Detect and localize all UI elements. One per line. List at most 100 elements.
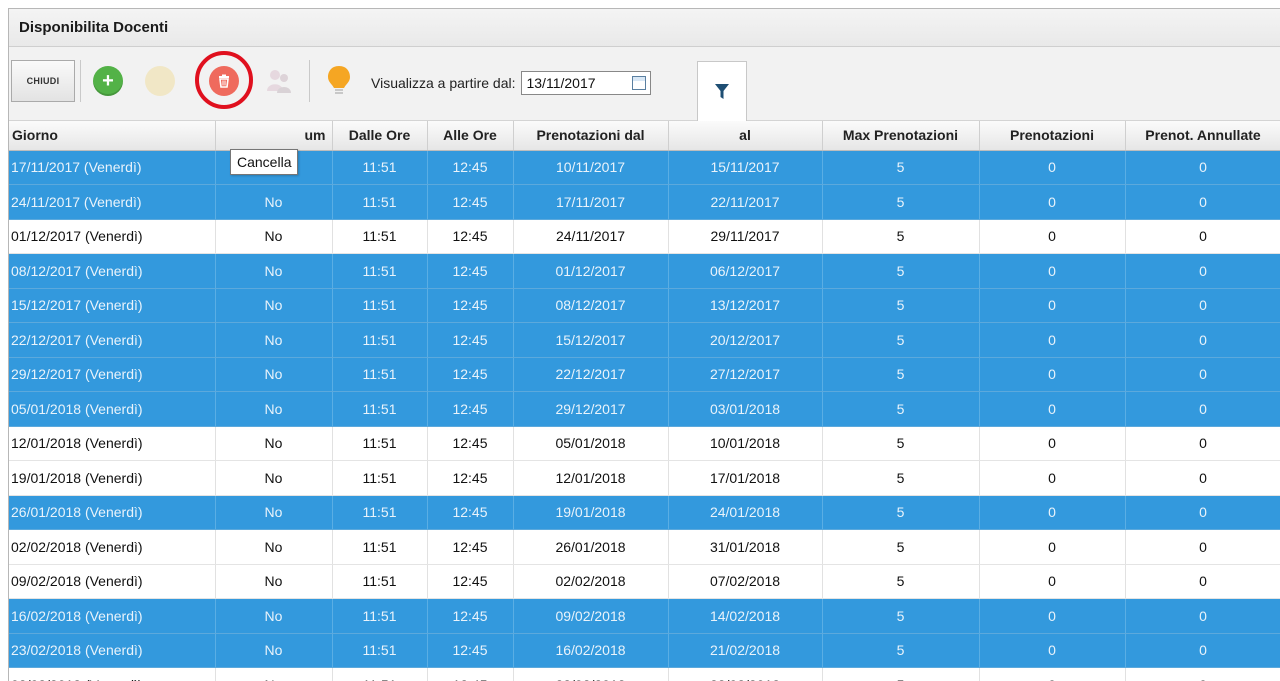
tooltip: Cancella	[230, 149, 299, 175]
cell-al: 31/01/2018	[668, 529, 823, 565]
cell-al: 27/12/2017	[668, 357, 823, 392]
cell-alle-ore: 12:45	[427, 495, 514, 530]
cell-giorno: 09/02/2018 (Venerdì)	[9, 564, 216, 599]
cell-prenot-annullate: 0	[1125, 391, 1280, 427]
filter-tab[interactable]	[697, 61, 747, 121]
cell-max-prenotazioni: 5	[822, 426, 980, 461]
cell-alle-ore: 12:45	[427, 564, 514, 599]
cell-al: 07/02/2018	[668, 564, 823, 599]
cell-alle-ore: 12:45	[427, 426, 514, 461]
cell-alle-ore: 12:45	[427, 357, 514, 392]
close-button[interactable]: CHIUDI	[11, 60, 75, 102]
cell-giorno: 26/01/2018 (Venerdì)	[9, 495, 216, 530]
cell-alle-ore: 12:45	[427, 150, 514, 185]
cell-prenotazioni-dal: 16/02/2018	[513, 633, 669, 668]
cell-max-prenotazioni: 5	[822, 357, 980, 392]
cell-al: 15/11/2017	[668, 150, 823, 185]
cell-prenotazioni: 0	[979, 667, 1126, 681]
table-row[interactable]: 24/11/2017 (Venerdì) No 11:51 12:45 17/11/20…	[9, 184, 1280, 220]
table-row[interactable]: 08/12/2017 (Venerdì) No 11:51 12:45 01/12/20…	[9, 253, 1280, 289]
column-header-dalle-ore[interactable]: Dalle Ore	[332, 121, 428, 151]
cell-prenotazioni: 0	[979, 150, 1126, 185]
table-row[interactable]: 12/01/2018 (Venerdì) No 11:51 12:45 05/01/20…	[9, 426, 1280, 461]
cell-dalle-ore: 11:51	[332, 288, 428, 323]
cell-prenot-annullate: 0	[1125, 564, 1280, 599]
cell-max-prenotazioni: 5	[822, 529, 980, 565]
column-header-um[interactable]: um	[215, 121, 333, 151]
cell-prenotazioni: 0	[979, 184, 1126, 220]
cell-prenotazioni: 0	[979, 219, 1126, 254]
column-header-prenot-annullate[interactable]: Prenot. Annullate	[1125, 121, 1280, 151]
cell-prenot-annullate: 0	[1125, 529, 1280, 565]
table-row[interactable]: 15/12/2017 (Venerdì) No 11:51 12:45 08/12/20…	[9, 288, 1280, 323]
edit-button[interactable]	[139, 60, 181, 102]
cell-prenotazioni: 0	[979, 426, 1126, 461]
table-row[interactable]: 09/02/2018 (Venerdì) No 11:51 12:45 02/02/20…	[9, 564, 1280, 599]
table-row[interactable]: 19/01/2018 (Venerdì) No 11:51 12:45 12/01/20…	[9, 460, 1280, 496]
table-row[interactable]: 17/11/2017 (Venerdì)No11:5112:4510/11/20…	[9, 150, 1280, 185]
window-title: Disponibilita Docenti	[19, 19, 169, 36]
table-row[interactable]: 02/02/2018 (Venerdì) No 11:51 12:45 26/01/20…	[9, 529, 1280, 565]
cell-prenotazioni: 0	[979, 460, 1126, 496]
cell-al: 17/01/2018	[668, 460, 823, 496]
cell-prenotazioni-dal: 26/01/2018	[513, 529, 669, 565]
cell-prenotazioni-dal: 24/11/2017	[513, 219, 669, 254]
funnel-icon	[715, 83, 729, 99]
column-header-prenotazioni-dal[interactable]: Prenotazioni dal	[513, 121, 669, 151]
cell-al: 13/12/2017	[668, 288, 823, 323]
cell-um: No	[215, 529, 333, 565]
column-header-max-prenotazioni[interactable]: Max Prenotazioni	[822, 121, 980, 151]
table-row[interactable]: 16/02/2018 (Venerdì) No 11:51 12:45 09/02/20…	[9, 598, 1280, 634]
table-row[interactable]: 05/01/2018 (Venerdì) No 11:51 12:45 29/12/20…	[9, 391, 1280, 427]
add-button[interactable]: +	[87, 60, 129, 102]
calendar-icon[interactable]	[632, 76, 647, 90]
cell-prenotazioni-dal: 15/12/2017	[513, 322, 669, 358]
users-button[interactable]	[257, 60, 301, 102]
cell-max-prenotazioni: 5	[822, 598, 980, 634]
column-header-giorno[interactable]: Giorno	[9, 121, 216, 151]
cell-al: 06/12/2017	[668, 253, 823, 289]
start-date-field[interactable]: 13/11/2017	[521, 71, 652, 95]
cell-giorno: 05/01/2018 (Venerdì)	[9, 391, 216, 427]
cell-prenot-annullate: 0	[1125, 357, 1280, 392]
table-row[interactable]: 23/02/2018 (Venerdì) No 11:51 12:45 16/02/20…	[9, 633, 1280, 668]
cell-prenotazioni-dal: 23/02/2018	[513, 667, 669, 681]
cell-um: No	[215, 184, 333, 220]
cell-prenot-annullate: 0	[1125, 426, 1280, 461]
availability-table: Giorno um Dalle Ore Alle Ore Prenotazioni da…	[9, 121, 1280, 681]
delete-button[interactable]	[202, 60, 246, 102]
cell-prenotazioni-dal: 10/11/2017	[513, 150, 669, 185]
table-row[interactable]: 26/01/2018 (Venerdì) No 11:51 12:45 19/01/20…	[9, 495, 1280, 530]
table-row[interactable]: 29/12/2017 (Venerdì) No 11:51 12:45 22/12/20…	[9, 357, 1280, 392]
title-bar: Disponibilita Docenti	[9, 9, 1280, 47]
cell-max-prenotazioni: 5	[822, 633, 980, 668]
table-body: 17/11/2017 (Venerdì)No11:5112:4510/11/20…	[9, 150, 1280, 681]
table-row[interactable]: 02/03/2018 (Venerdì)No11:5112:4523/02/20…	[9, 667, 1280, 681]
cell-max-prenotazioni: 5	[822, 495, 980, 530]
table-row[interactable]: 22/12/2017 (Venerdì) No 11:51 12:45 15/12/20…	[9, 322, 1280, 358]
column-header-prenotazioni[interactable]: Prenotazioni	[979, 121, 1126, 151]
column-header-alle-ore[interactable]: Alle Ore	[427, 121, 514, 151]
toolbar: CHIUDI + Visualizza a partire dal: 13/11…	[9, 47, 1280, 121]
cell-dalle-ore: 11:51	[332, 322, 428, 358]
cell-max-prenotazioni: 5	[822, 391, 980, 427]
cell-um: No	[215, 253, 333, 289]
cell-dalle-ore: 11:51	[332, 391, 428, 427]
cell-alle-ore: 12:45	[427, 529, 514, 565]
column-header-al[interactable]: al	[668, 121, 823, 151]
cell-prenotazioni: 0	[979, 598, 1126, 634]
cell-max-prenotazioni: 5	[822, 288, 980, 323]
cell-giorno: 23/02/2018 (Venerdì)	[9, 633, 216, 668]
cell-dalle-ore: 11:51	[332, 150, 428, 185]
cell-prenotazioni-dal: 08/12/2017	[513, 288, 669, 323]
cell-prenot-annullate: 0	[1125, 150, 1280, 185]
plus-icon: +	[93, 66, 123, 96]
cell-dalle-ore: 11:51	[332, 219, 428, 254]
cell-prenotazioni-dal: 19/01/2018	[513, 495, 669, 530]
cell-prenotazioni-dal: 17/11/2017	[513, 184, 669, 220]
table-row[interactable]: 01/12/2017 (Venerdì) No 11:51 12:45 24/11/20…	[9, 219, 1280, 254]
cell-prenotazioni: 0	[979, 633, 1126, 668]
cell-prenotazioni: 0	[979, 253, 1126, 289]
idea-button[interactable]	[319, 60, 359, 102]
cell-prenotazioni: 0	[979, 495, 1126, 530]
